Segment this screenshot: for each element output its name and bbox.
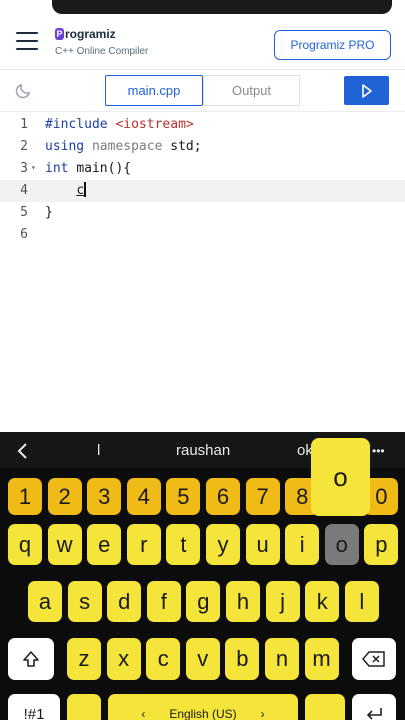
key-5[interactable]: 5 <box>166 478 201 515</box>
brand-name: rogramiz <box>65 27 116 41</box>
code-text: } <box>45 205 53 220</box>
run-button[interactable] <box>344 76 389 105</box>
period-key[interactable] <box>305 694 345 720</box>
key-3[interactable]: 3 <box>87 478 122 515</box>
key-b[interactable]: b <box>225 638 260 680</box>
key-4[interactable]: 4 <box>126 478 161 515</box>
code-line[interactable]: 6 <box>0 224 405 246</box>
code-line[interactable]: 1 #include <iostream> <box>0 114 405 136</box>
key-k[interactable]: k <box>305 581 340 622</box>
key-s[interactable]: s <box>67 581 102 622</box>
space-language-label: English (US) <box>169 707 237 720</box>
status-bar <box>0 0 405 18</box>
line-number: 3 <box>20 161 28 176</box>
code-text: c <box>76 182 86 198</box>
tab-main-cpp[interactable]: main.cpp <box>105 75 203 106</box>
key-h[interactable]: h <box>226 581 260 622</box>
tab-output[interactable]: Output <box>203 75 300 106</box>
key-j[interactable]: j <box>265 581 300 622</box>
programiz-pro-button[interactable]: Programiz PRO <box>274 30 391 60</box>
key-t[interactable]: t <box>166 524 201 565</box>
key-w[interactable]: w <box>47 524 82 565</box>
key-p[interactable]: p <box>364 524 399 565</box>
code-line[interactable]: 5} <box>0 202 405 224</box>
key-e[interactable]: e <box>87 524 122 565</box>
key-o[interactable]: o <box>324 524 359 565</box>
suggestion-2[interactable]: raushan <box>176 442 230 459</box>
code-line[interactable]: 2 using namespace std; <box>0 136 405 158</box>
key-z[interactable]: z <box>67 638 101 680</box>
play-icon <box>361 83 372 98</box>
shift-icon <box>23 651 39 667</box>
app-header: Programiz C++ Online Compiler Programiz … <box>0 18 405 70</box>
moon-icon[interactable] <box>14 82 32 100</box>
key-d[interactable]: d <box>107 581 142 622</box>
enter-key[interactable] <box>352 694 396 720</box>
key-m[interactable]: m <box>304 638 339 680</box>
logo-mark: P <box>55 28 64 40</box>
key-g[interactable]: g <box>186 581 221 622</box>
code-line[interactable]: 4 c <box>0 180 405 202</box>
chevron-left-icon[interactable] <box>16 442 28 460</box>
shift-key[interactable] <box>8 638 54 680</box>
key-a[interactable]: a <box>28 581 62 622</box>
text-cursor <box>84 182 86 197</box>
key-c[interactable]: c <box>146 638 181 680</box>
comma-key[interactable] <box>67 694 101 720</box>
logo[interactable]: Programiz C++ Online Compiler <box>55 27 148 57</box>
key-y[interactable]: y <box>206 524 240 565</box>
key-x[interactable]: x <box>106 638 141 680</box>
key-f[interactable]: f <box>146 581 181 622</box>
key-7[interactable]: 7 <box>245 478 280 515</box>
code-text: #include <iostream> <box>45 117 194 132</box>
key-1[interactable]: 1 <box>8 478 42 515</box>
code-text: using namespace std; <box>45 139 202 154</box>
code-editor[interactable]: 1 #include <iostream> 2 using namespace std… <box>0 112 405 432</box>
menu-icon[interactable] <box>16 32 38 52</box>
line-number: 4 <box>20 183 28 198</box>
more-suggestions-icon[interactable]: ••• <box>372 444 385 458</box>
key-preview-popup: o <box>311 438 370 516</box>
line-number: 1 <box>20 117 28 132</box>
space-key[interactable]: ‹ English (US) › <box>108 694 298 720</box>
line-number: 2 <box>20 139 28 154</box>
key-n[interactable]: n <box>265 638 299 680</box>
line-number: 5 <box>20 205 28 220</box>
key-6[interactable]: 6 <box>206 478 240 515</box>
code-line[interactable]: 3 ▾ int main(){ <box>0 158 405 180</box>
enter-icon <box>366 708 382 720</box>
key-2[interactable]: 2 <box>47 478 82 515</box>
code-text: int main(){ <box>45 161 132 176</box>
backspace-key[interactable] <box>352 638 396 680</box>
key-i[interactable]: i <box>285 524 320 565</box>
key-v[interactable]: v <box>185 638 220 680</box>
key-u[interactable]: u <box>245 524 280 565</box>
key-q[interactable]: q <box>8 524 42 565</box>
status-bar-pill <box>52 0 392 14</box>
page-subtitle: C++ Online Compiler <box>55 46 149 57</box>
symbols-key[interactable]: !#1 <box>8 694 60 720</box>
fold-arrow-icon[interactable]: ▾ <box>31 157 36 179</box>
key-l[interactable]: l <box>344 581 379 622</box>
suggestion-1[interactable]: l <box>97 442 100 459</box>
key-r[interactable]: r <box>126 524 161 565</box>
line-number: 6 <box>20 227 28 242</box>
editor-toolbar: main.cpp Output <box>0 70 405 112</box>
backspace-icon <box>362 651 385 667</box>
